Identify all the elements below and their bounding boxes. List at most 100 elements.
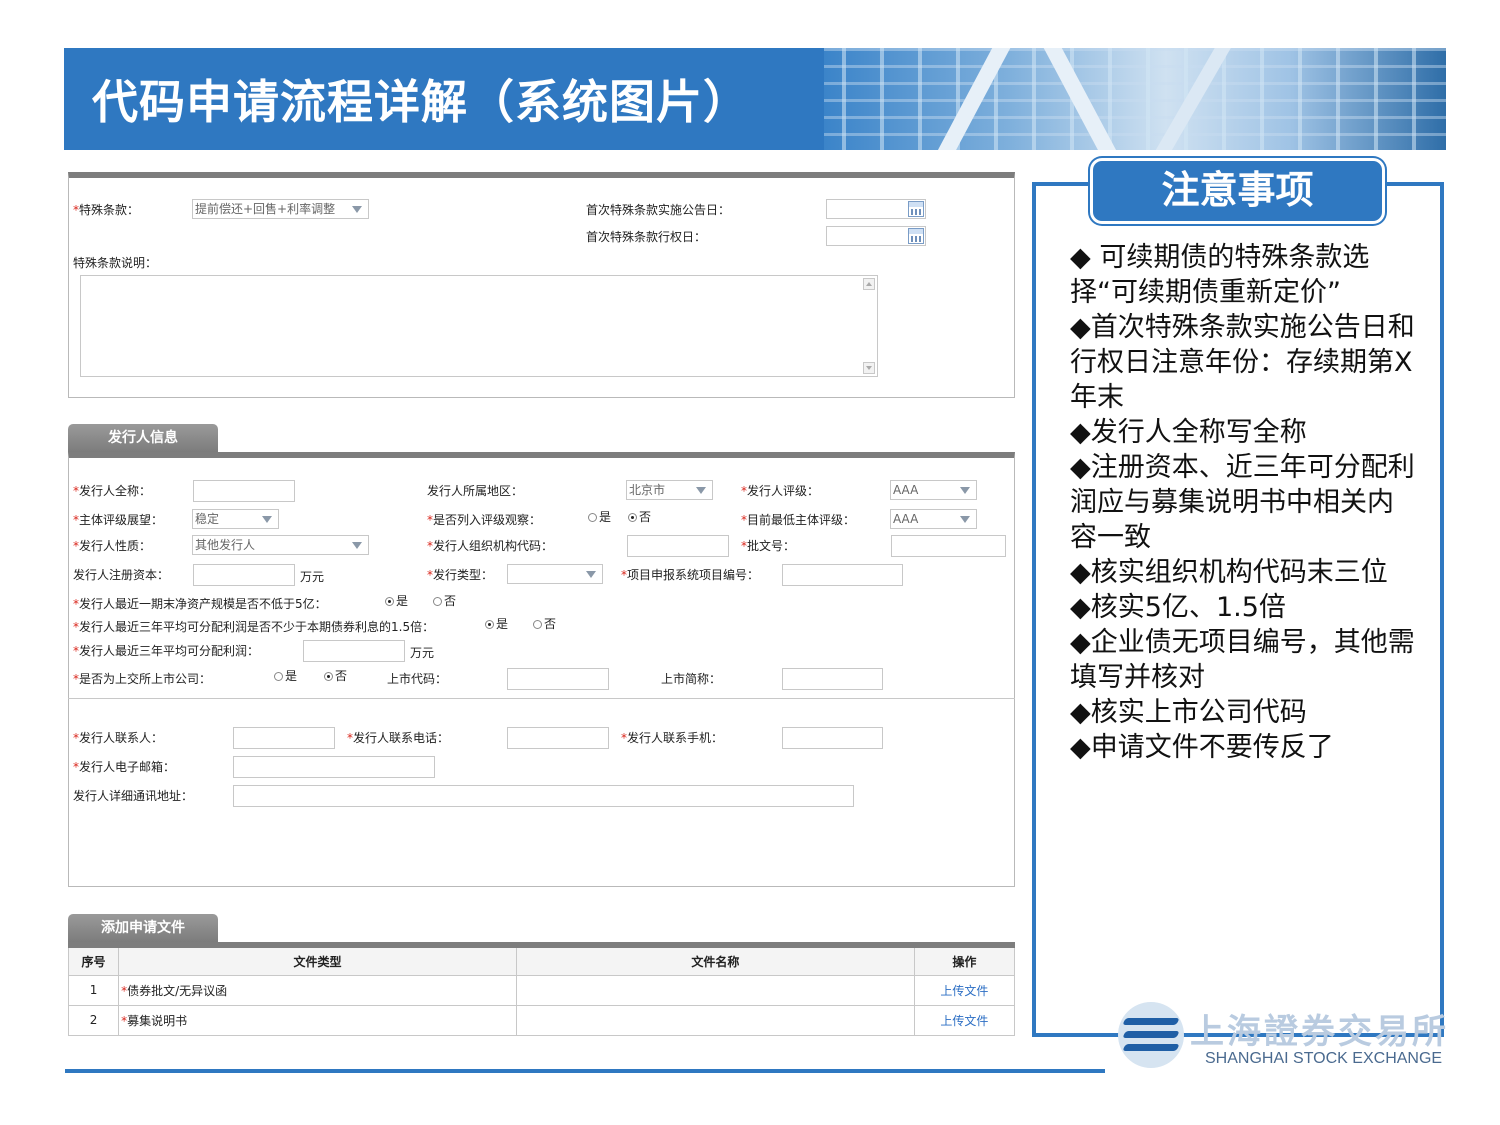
row-type: *债券批文/无异议函: [118, 974, 517, 1006]
title-banner: 代码申请流程详解（系统图片）: [64, 48, 1446, 150]
issuer-rating-select[interactable]: AAA: [890, 480, 977, 500]
listed-abbr-label: 上市简称：: [661, 672, 722, 686]
approval-no-input[interactable]: [891, 535, 1006, 557]
row-name: [515, 1004, 915, 1036]
contact-phone-label: *发行人联系电话：: [347, 731, 450, 745]
slide-title: 代码申请流程详解（系统图片）: [92, 75, 750, 129]
contact-phone-input[interactable]: [507, 727, 609, 749]
list-item: ◆申请文件不要传反了: [1070, 732, 1334, 763]
scroll-up-arrow[interactable]: [863, 278, 875, 290]
issuer-region-label: 发行人所属地区：: [427, 484, 524, 498]
notes-list: ◆ 可续期债的特殊条款选择“可续期债重新定价” ◆首次特殊条款实施公告日和行权日…: [1070, 240, 1420, 765]
row-no: 2: [67, 1004, 120, 1036]
upload-file-link[interactable]: 上传文件: [913, 974, 1016, 1006]
org-code-input[interactable]: [627, 535, 729, 557]
contact-person-label: *发行人联系人：: [73, 731, 164, 745]
net-assets-no-radio[interactable]: 否: [433, 592, 456, 609]
listed-abbr-input[interactable]: [782, 668, 883, 690]
row-name: [515, 974, 915, 1006]
rating-outlook-select[interactable]: 稳定: [192, 509, 279, 529]
rating-watch-no-radio[interactable]: 否: [628, 508, 651, 525]
radio-icon: [588, 513, 597, 522]
exercise-date-label: 首次特殊条款行权日：: [586, 230, 707, 244]
rating-outlook-label: *主体评级展望：: [73, 513, 164, 527]
address-input[interactable]: [233, 785, 854, 807]
registered-capital-input[interactable]: [193, 564, 295, 586]
upload-file-link[interactable]: 上传文件: [913, 1004, 1016, 1036]
special-terms-desc-label: 特殊条款说明：: [73, 256, 158, 270]
table-header-row: 序号 文件类型 文件名称 操作: [67, 944, 1016, 976]
col-header-name: 文件名称: [515, 944, 915, 976]
chevron-down-icon: [960, 516, 970, 523]
list-item: ◆注册资本、近三年可分配利润应与募集说明书中相关内容一致: [1070, 452, 1415, 553]
radio-selected-icon: [485, 620, 494, 629]
special-terms-select[interactable]: 提前偿还+回售+利率调整: [192, 199, 369, 219]
issuer-rating-label: *发行人评级：: [741, 484, 820, 498]
footer-line: [65, 1069, 1105, 1073]
list-item: ◆首次特殊条款实施公告日和行权日注意年份：存续期第X年末: [1070, 312, 1415, 413]
issuer-nature-label: *发行人性质：: [73, 539, 152, 553]
tab-add-files[interactable]: 添加申请文件: [68, 914, 218, 942]
chevron-down-icon: [352, 206, 362, 213]
issuer-nature-select[interactable]: 其他发行人: [192, 535, 369, 555]
lowest-rating-label: *目前最低主体评级：: [741, 513, 856, 527]
listed-code-input[interactable]: [507, 668, 609, 690]
files-table: 序号 文件类型 文件名称 操作 1 *债券批文/无异议函 上传文件 2 *募集说…: [67, 942, 1016, 1036]
calendar-icon[interactable]: [908, 228, 924, 244]
chevron-down-icon: [352, 542, 362, 549]
issue-type-select[interactable]: [507, 564, 603, 584]
radio-icon: [533, 620, 542, 629]
issuer-region-select[interactable]: 北京市: [626, 480, 713, 500]
email-label: *发行人电子邮箱：: [73, 760, 176, 774]
calendar-icon[interactable]: [908, 201, 924, 217]
email-input[interactable]: [233, 756, 435, 778]
radio-selected-icon: [628, 513, 637, 522]
avg-profit-no-radio[interactable]: 否: [533, 615, 556, 632]
notes-title: 注意事项: [1090, 158, 1385, 224]
net-assets-yes-radio[interactable]: 是: [385, 592, 408, 609]
building-photo: [824, 48, 1446, 150]
radio-selected-icon: [385, 597, 394, 606]
announce-date-label: 首次特殊条款实施公告日：: [586, 203, 731, 217]
list-item: ◆ 可续期债的特殊条款选择“可续期债重新定价”: [1070, 242, 1370, 308]
col-header-op: 操作: [913, 944, 1016, 976]
special-terms-label: *特殊条款：: [73, 203, 140, 217]
registered-capital-label: 发行人注册资本：: [73, 568, 170, 582]
issuer-full-name-input[interactable]: [193, 480, 295, 502]
sse-logo-icon: [1118, 1002, 1184, 1068]
table-row: 1 *债券批文/无异议函 上传文件: [67, 974, 1016, 1006]
col-header-type: 文件类型: [118, 944, 517, 976]
contact-mobile-label: *发行人联系手机：: [621, 731, 724, 745]
list-item: ◆核实5亿、1.5倍: [1070, 592, 1286, 623]
row-no: 1: [67, 974, 120, 1006]
tab-issuer-info[interactable]: 发行人信息: [68, 424, 218, 452]
chevron-down-icon: [262, 516, 272, 523]
contact-person-input[interactable]: [233, 727, 335, 749]
rating-watch-label: *是否列入评级观察：: [427, 513, 542, 527]
radio-selected-icon: [324, 672, 333, 681]
project-no-input[interactable]: [782, 564, 903, 586]
col-header-no: 序号: [67, 944, 120, 976]
avg-profit-yes-radio[interactable]: 是: [485, 615, 508, 632]
avg-profit-input[interactable]: [303, 640, 405, 662]
radio-icon: [433, 597, 442, 606]
scroll-down-arrow[interactable]: [863, 362, 875, 374]
listed-yes-radio[interactable]: 是: [274, 667, 297, 684]
logo-chinese-name: 上海證券交易所: [1190, 1012, 1449, 1052]
chevron-down-icon: [586, 571, 596, 578]
table-row: 2 *募集说明书 上传文件: [67, 1004, 1016, 1036]
avg-profit-check-label: *发行人最近三年平均可分配利润是否不少于本期债券利息的1.5倍：: [73, 620, 435, 634]
special-terms-desc-textarea[interactable]: [80, 275, 878, 377]
issue-type-label: *发行类型：: [427, 568, 494, 582]
listed-no-radio[interactable]: 否: [324, 667, 347, 684]
avg-profit-label: *发行人最近三年平均可分配利润：: [73, 644, 260, 658]
rating-watch-yes-radio[interactable]: 是: [588, 508, 611, 525]
contact-mobile-input[interactable]: [782, 727, 883, 749]
logo-english-name: SHANGHAI STOCK EXCHANGE: [1205, 1050, 1443, 1067]
org-code-label: *发行人组织机构代码：: [427, 539, 554, 553]
section-divider: [68, 698, 1015, 699]
lowest-rating-select[interactable]: AAA: [890, 509, 977, 529]
chevron-down-icon: [696, 487, 706, 494]
listed-company-label: *是否为上交所上市公司：: [73, 672, 212, 686]
listed-code-label: 上市代码：: [387, 672, 448, 686]
